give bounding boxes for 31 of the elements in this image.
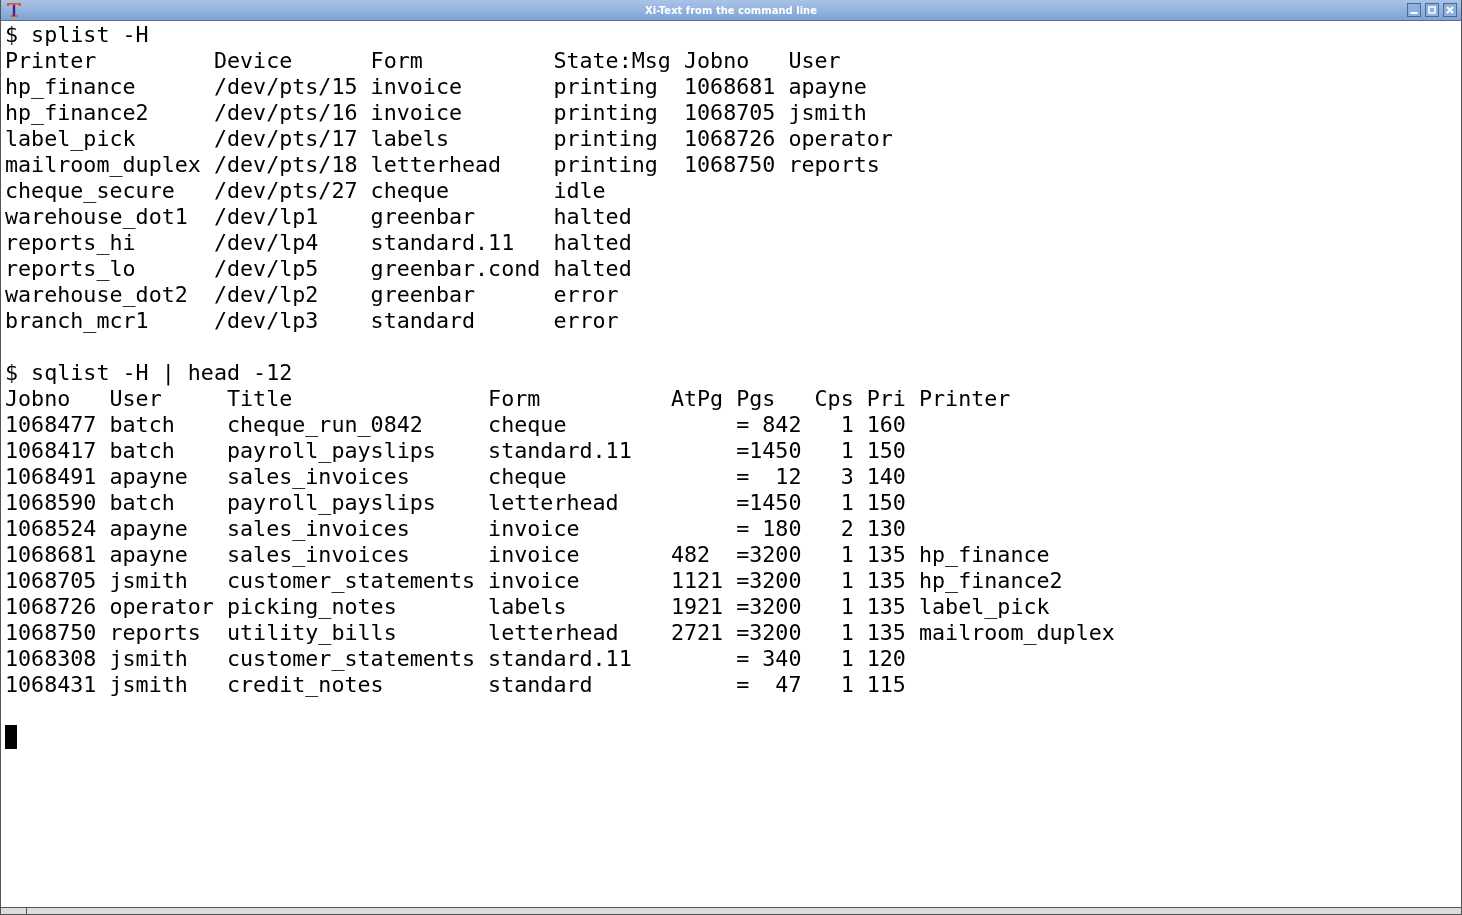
output-line: hp_finance /dev/pts/15 invoice printing 1068681 apayne bbox=[5, 74, 867, 100]
output-line: 1068491 apayne sales_invoices cheque = 12 3 140 bbox=[5, 464, 906, 490]
output-line: cheque_secure /dev/pts/27 cheque idle bbox=[5, 178, 606, 204]
output-line: 1068308 jsmith customer_statements standard.11 = 340 1 120 bbox=[5, 646, 906, 672]
output-line: 1068524 apayne sales_invoices invoice = 180 2 130 bbox=[5, 516, 906, 542]
output-line: 1068726 operator picking_notes labels 1921 =3200 1 135 label_pick bbox=[5, 594, 1050, 620]
command-line: $ splist -H bbox=[5, 22, 149, 48]
maximize-button[interactable] bbox=[1425, 3, 1439, 17]
app-icon bbox=[6, 2, 22, 18]
close-button[interactable] bbox=[1443, 3, 1457, 17]
output-line: warehouse_dot1 /dev/lp1 greenbar halted bbox=[5, 204, 632, 230]
output-line: Jobno User Title Form AtPg Pgs Cps Pri Printer bbox=[5, 386, 1011, 412]
output-line: mailroom_duplex /dev/pts/18 letterhead printing 1068750 reports bbox=[5, 152, 880, 178]
output-line: 1068681 apayne sales_invoices invoice 482 =3200 1 135 hp_finance bbox=[5, 542, 1050, 568]
output-line: branch_mcr1 /dev/lp3 standard error bbox=[5, 308, 619, 334]
output-line: Printer Device Form State:Msg Jobno User bbox=[5, 48, 841, 74]
output-line: 1068705 jsmith customer_statements invoice 1121 =3200 1 135 hp_finance2 bbox=[5, 568, 1063, 594]
output-line: 1068431 jsmith credit_notes standard = 47 1 115 bbox=[5, 672, 906, 698]
minimize-button[interactable] bbox=[1407, 3, 1421, 17]
output-line: 1068750 reports utility_bills letterhead 2721 =3200 1 135 mailroom_duplex bbox=[5, 620, 1115, 646]
output-line: warehouse_dot2 /dev/lp2 greenbar error bbox=[5, 282, 619, 308]
output-line: label_pick /dev/pts/17 labels printing 1068726 operator bbox=[5, 126, 893, 152]
output-line: reports_lo /dev/lp5 greenbar.cond halted bbox=[5, 256, 632, 282]
command-line: $ sqlist -H | head -12 bbox=[5, 360, 293, 386]
output-line: 1068477 batch cheque_run_0842 cheque = 842 1 160 bbox=[5, 412, 906, 438]
window-title: Xi-Text from the command line bbox=[644, 4, 818, 16]
output-line: 1068417 batch payroll_payslips standard.11 =1450 1 150 bbox=[5, 438, 906, 464]
text-cursor bbox=[5, 725, 17, 749]
output-line: reports_hi /dev/lp4 standard.11 halted bbox=[5, 230, 632, 256]
output-line: hp_finance2 /dev/pts/16 invoice printing 1068705 jsmith bbox=[5, 100, 867, 126]
output-line: 1068590 batch payroll_payslips letterhead =1450 1 150 bbox=[5, 490, 906, 516]
